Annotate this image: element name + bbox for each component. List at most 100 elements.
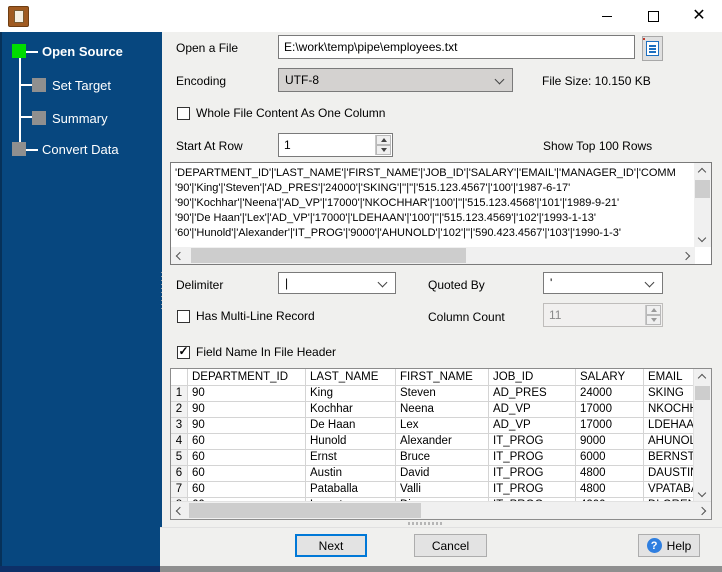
- arrow-up-icon: [651, 308, 657, 312]
- table-cell: 4800: [576, 482, 644, 498]
- preview-vscrollbar[interactable]: [694, 163, 711, 247]
- table-cell: 60: [188, 466, 306, 482]
- app-icon: [8, 6, 29, 27]
- encoding-value: UTF-8: [285, 73, 319, 87]
- step-connector: [19, 116, 32, 118]
- field-name-checkbox[interactable]: [177, 346, 190, 359]
- multiline-checkbox[interactable]: [177, 310, 190, 323]
- table-cell: 24000: [576, 386, 644, 402]
- cancel-button[interactable]: Cancel: [414, 534, 487, 557]
- splitter-grip: [161, 272, 162, 312]
- preview-hscroll-thumb[interactable]: [191, 248, 466, 263]
- scroll-down-icon[interactable]: [698, 489, 706, 497]
- table-cell: 17000: [576, 402, 644, 418]
- row-number-cell: 6: [171, 466, 188, 482]
- open-file-input[interactable]: [278, 35, 635, 59]
- table-cell: Steven: [396, 386, 489, 402]
- column-header[interactable]: FIRST_NAME: [396, 369, 489, 386]
- preview-vscroll-thumb[interactable]: [695, 180, 710, 198]
- start-at-row-spinner[interactable]: 1: [278, 133, 393, 157]
- table-cell: IT_PROG: [489, 450, 576, 466]
- delimiter-select[interactable]: |: [278, 272, 396, 294]
- table-row[interactable]: 5 60 Ernst Bruce IT_PROG 6000 BERNST: [171, 450, 711, 466]
- grid-hscroll-thumb[interactable]: [189, 503, 421, 518]
- preview-hscrollbar[interactable]: [171, 247, 695, 264]
- scroll-down-icon[interactable]: [698, 234, 706, 242]
- scroll-left-icon[interactable]: [176, 252, 184, 260]
- next-button[interactable]: Next: [295, 534, 367, 557]
- grid-vscrollbar[interactable]: [693, 369, 711, 502]
- step-marker-set-target: [32, 78, 46, 92]
- table-cell: AD_VP: [489, 402, 576, 418]
- browse-file-button[interactable]: [642, 36, 663, 61]
- arrow-down-icon: [651, 318, 657, 322]
- file-content-preview[interactable]: 'DEPARTMENT_ID'|'LAST_NAME'|'FIRST_NAME'…: [170, 162, 712, 265]
- preview-data-grid[interactable]: DEPARTMENT_ID LAST_NAME FIRST_NAME JOB_I…: [170, 368, 712, 520]
- spin-down-button[interactable]: [376, 145, 391, 155]
- table-row[interactable]: 6 60 Austin David IT_PROG 4800 DAUSTIN: [171, 466, 711, 482]
- table-row[interactable]: 3 90 De Haan Lex AD_VP 17000 LDEHAAN: [171, 418, 711, 434]
- delimiter-label: Delimiter: [176, 278, 223, 292]
- step-connector: [19, 58, 21, 144]
- wizard-steps-sidebar: Open Source Set Target Summary Convert D…: [0, 32, 162, 566]
- column-header[interactable]: DEPARTMENT_ID: [188, 369, 306, 386]
- scroll-right-icon[interactable]: [682, 252, 690, 260]
- column-header[interactable]: SALARY: [576, 369, 644, 386]
- column-header[interactable]: JOB_ID: [489, 369, 576, 386]
- grid-corner-cell: [171, 369, 188, 386]
- field-name-checkbox-row[interactable]: Field Name In File Header: [177, 345, 336, 359]
- grid-vscroll-thumb[interactable]: [695, 386, 710, 400]
- table-row[interactable]: 7 60 Pataballa Valli IT_PROG 4800 VPATAB…: [171, 482, 711, 498]
- spin-up-button[interactable]: [376, 135, 391, 145]
- preview-line: '60'|'Hunold'|'Alexander'|'IT_PROG'|'900…: [175, 226, 691, 241]
- sidebar-item-set-target: Set Target: [52, 79, 111, 93]
- table-cell: AD_VP: [489, 418, 576, 434]
- table-cell: King: [306, 386, 396, 402]
- row-number-cell: 7: [171, 482, 188, 498]
- scroll-right-icon[interactable]: [698, 507, 706, 515]
- maximize-button[interactable]: [630, 0, 676, 32]
- row-number-cell: 1: [171, 386, 188, 402]
- whole-file-checkbox[interactable]: [177, 107, 190, 120]
- row-number-cell: 4: [171, 434, 188, 450]
- table-row[interactable]: 2 90 Kochhar Neena AD_VP 17000 NKOCHHAR: [171, 402, 711, 418]
- step-marker-summary: [32, 111, 46, 125]
- table-cell: IT_PROG: [489, 482, 576, 498]
- whole-file-checkbox-row[interactable]: Whole File Content As One Column: [177, 106, 385, 120]
- table-cell: Valli: [396, 482, 489, 498]
- table-cell: AD_PRES: [489, 386, 576, 402]
- row-number-cell: 3: [171, 418, 188, 434]
- column-header[interactable]: LAST_NAME: [306, 369, 396, 386]
- sidebar-item-summary: Summary: [52, 112, 108, 126]
- open-file-label: Open a File: [176, 41, 238, 55]
- grid-hscrollbar[interactable]: [171, 501, 711, 519]
- multiline-checkbox-row[interactable]: Has Multi-Line Record: [177, 309, 315, 323]
- table-cell: Pataballa: [306, 482, 396, 498]
- table-cell: 60: [188, 434, 306, 450]
- chevron-down-icon: [378, 278, 388, 288]
- help-button-label: Help: [667, 539, 692, 553]
- document-icon: [14, 10, 24, 23]
- help-button[interactable]: ? Help: [638, 534, 700, 557]
- column-count-label: Column Count: [428, 310, 505, 324]
- scroll-up-icon[interactable]: [698, 374, 706, 382]
- preview-line: '90'|'De Haan'|'Lex'|'AD_VP'|'17000'|'LD…: [175, 211, 691, 226]
- resize-grip: [408, 522, 442, 525]
- table-cell: 90: [188, 386, 306, 402]
- close-button[interactable]: ✕: [676, 0, 722, 32]
- start-at-row-label: Start At Row: [176, 139, 243, 153]
- arrow-down-icon: [381, 148, 387, 152]
- help-icon: ?: [647, 538, 662, 553]
- table-row[interactable]: 4 60 Hunold Alexander IT_PROG 9000 AHUNO…: [171, 434, 711, 450]
- table-cell: 90: [188, 418, 306, 434]
- scroll-up-icon[interactable]: [698, 168, 706, 176]
- encoding-select[interactable]: UTF-8: [278, 68, 513, 92]
- quoted-by-select[interactable]: ': [543, 272, 663, 294]
- minimize-button[interactable]: [584, 0, 630, 32]
- table-row[interactable]: 1 90 King Steven AD_PRES 24000 SKING: [171, 386, 711, 402]
- open-file-icon: [646, 41, 659, 56]
- table-cell: Kochhar: [306, 402, 396, 418]
- table-cell: Ernst: [306, 450, 396, 466]
- sidebar-item-convert-data: Convert Data: [42, 143, 119, 157]
- scroll-left-icon[interactable]: [176, 507, 184, 515]
